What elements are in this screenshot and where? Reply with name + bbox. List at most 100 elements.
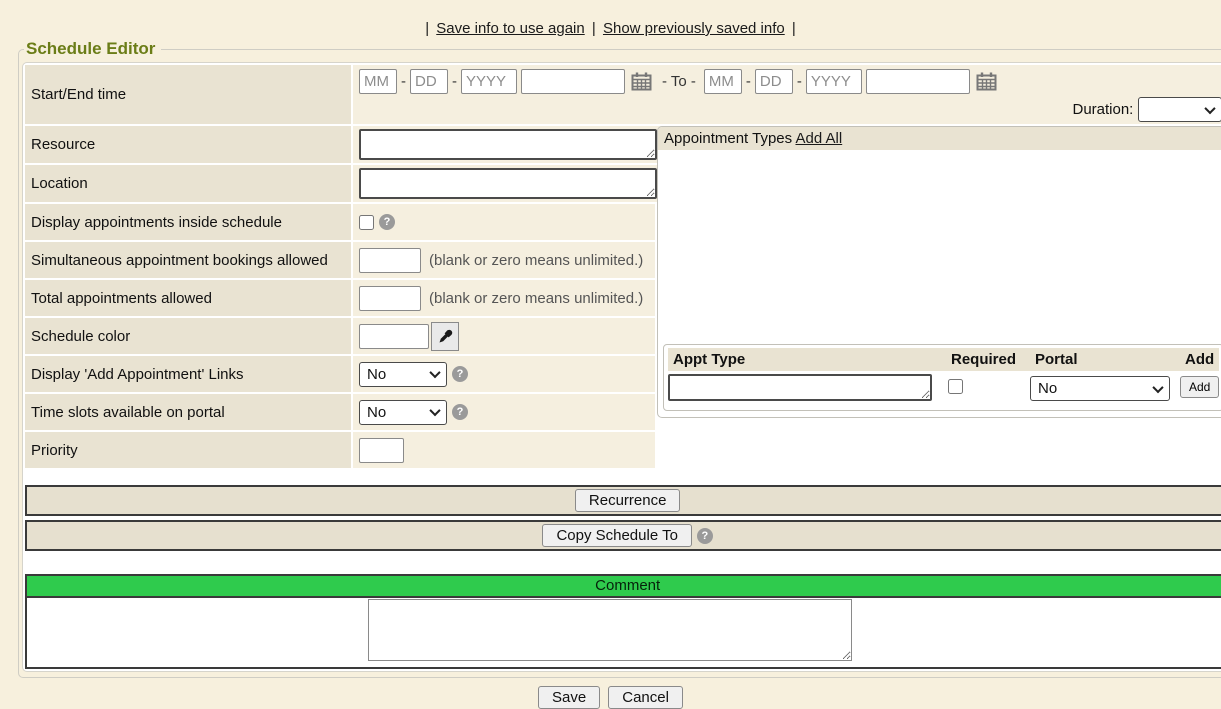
- priority-row: Priority: [25, 432, 655, 468]
- portal-time-slots-label: Time slots available on portal: [25, 394, 351, 430]
- duration-select[interactable]: [1138, 97, 1221, 122]
- appointment-types-panel: Appointment Types Add All Appt Type Requ…: [657, 126, 1221, 418]
- simultaneous-bookings-row: Simultaneous appointment bookings allowe…: [25, 242, 655, 278]
- comment-section: Comment: [25, 574, 1221, 669]
- schedule-color-input[interactable]: [359, 324, 429, 349]
- appointment-types-header: Appointment Types Add All: [658, 127, 1221, 150]
- priority-input[interactable]: [359, 438, 404, 463]
- appt-type-portal-select[interactable]: No: [1030, 376, 1170, 401]
- total-appointments-input[interactable]: [359, 286, 421, 311]
- cancel-button[interactable]: Cancel: [608, 686, 683, 709]
- comment-header: Comment: [27, 576, 1221, 598]
- eyedropper-icon: [438, 329, 453, 344]
- resource-label: Resource: [25, 126, 351, 163]
- portal-time-slots-row: Time slots available on portal No ?: [25, 394, 655, 430]
- appt-type-add-button[interactable]: Add: [1180, 376, 1219, 398]
- start-month-input[interactable]: [359, 69, 397, 94]
- end-time-input[interactable]: [866, 69, 970, 94]
- simultaneous-bookings-hint: (blank or zero means unlimited.): [429, 252, 643, 269]
- add-all-link[interactable]: Add All: [795, 130, 842, 147]
- page-title: Schedule Editor: [24, 39, 161, 59]
- chevron-down-icon: [429, 367, 440, 378]
- left-form-column: Resource Location Display appointments i…: [25, 126, 655, 470]
- appt-type-required-checkbox[interactable]: [948, 379, 963, 394]
- simultaneous-bookings-input[interactable]: [359, 248, 421, 273]
- add-appointment-links-label: Display 'Add Appointment' Links: [25, 356, 351, 392]
- pipe-separator: |: [592, 20, 596, 37]
- appt-type-input[interactable]: [668, 374, 932, 401]
- appointment-type-column-headers: Appt Type Required Portal Add: [668, 348, 1219, 371]
- duration-line: Duration:: [359, 97, 1221, 122]
- schedule-editor-fieldset: Schedule Editor Start/End time - -: [18, 39, 1221, 678]
- end-month-input[interactable]: [704, 69, 742, 94]
- start-end-row: Start/End time - -: [25, 65, 1221, 124]
- pipe-separator: |: [425, 20, 429, 37]
- to-separator: - To -: [662, 73, 696, 90]
- schedule-color-label: Schedule color: [25, 318, 351, 354]
- form-surface: Start/End time - -: [22, 62, 1221, 672]
- comment-input[interactable]: [368, 599, 852, 661]
- chevron-down-icon: [429, 405, 440, 416]
- show-previously-saved-link[interactable]: Show previously saved info: [603, 20, 785, 37]
- help-question-icon[interactable]: ?: [452, 366, 468, 382]
- appointment-type-add-box: Appt Type Required Portal Add: [663, 344, 1221, 411]
- add-appointment-links-row: Display 'Add Appointment' Links No ?: [25, 356, 655, 392]
- column-header-appt-type: Appt Type: [668, 348, 946, 371]
- start-end-inputs: - -: [353, 65, 1221, 124]
- recurrence-button[interactable]: Recurrence: [575, 489, 681, 512]
- add-appointment-links-select[interactable]: No: [359, 362, 447, 387]
- resource-input[interactable]: [359, 129, 657, 160]
- help-question-icon[interactable]: ?: [452, 404, 468, 420]
- appointment-types-title: Appointment Types: [664, 130, 792, 147]
- date-dash: -: [401, 73, 406, 90]
- appointment-types-list-empty: [658, 150, 1221, 340]
- help-question-icon[interactable]: ?: [379, 214, 395, 230]
- add-appointment-links-value: No: [367, 366, 386, 383]
- total-appointments-hint: (blank or zero means unlimited.): [429, 290, 643, 307]
- simultaneous-bookings-label: Simultaneous appointment bookings allowe…: [25, 242, 351, 278]
- display-appointments-checkbox[interactable]: [359, 215, 374, 230]
- date-dash: -: [797, 73, 802, 90]
- portal-time-slots-value: No: [367, 404, 386, 421]
- end-day-input[interactable]: [755, 69, 793, 94]
- column-header-add: Add: [1180, 348, 1219, 371]
- help-question-icon[interactable]: ?: [697, 528, 713, 544]
- start-day-input[interactable]: [410, 69, 448, 94]
- end-year-input[interactable]: [806, 69, 862, 94]
- copy-schedule-bar: Copy Schedule To ?: [25, 520, 1221, 551]
- date-line: - -: [359, 69, 1221, 94]
- start-end-label: Start/End time: [25, 65, 351, 124]
- total-appointments-label: Total appointments allowed: [25, 280, 351, 316]
- save-button[interactable]: Save: [538, 686, 600, 709]
- chevron-down-icon: [1205, 102, 1216, 113]
- resource-row: Resource: [25, 126, 655, 163]
- display-appointments-label: Display appointments inside schedule: [25, 204, 351, 240]
- date-dash: -: [452, 73, 457, 90]
- start-year-input[interactable]: [461, 69, 517, 94]
- end-calendar-icon[interactable]: [976, 72, 997, 91]
- copy-schedule-to-button[interactable]: Copy Schedule To: [542, 524, 691, 547]
- total-appointments-row: Total appointments allowed (blank or zer…: [25, 280, 655, 316]
- column-header-required: Required: [946, 348, 1030, 371]
- location-input[interactable]: [359, 168, 657, 199]
- location-row: Location: [25, 165, 655, 202]
- chevron-down-icon: [1152, 381, 1163, 392]
- start-calendar-icon[interactable]: [631, 72, 652, 91]
- appt-type-portal-value: No: [1038, 380, 1057, 397]
- date-dash: -: [746, 73, 751, 90]
- priority-label: Priority: [25, 432, 351, 468]
- duration-label: Duration:: [1072, 101, 1133, 118]
- right-column: Appointment Types Add All Appt Type Requ…: [657, 126, 1221, 418]
- display-appointments-row: Display appointments inside schedule ?: [25, 204, 655, 240]
- form-actions: Save Cancel: [0, 686, 1221, 709]
- recurrence-bar: Recurrence: [25, 485, 1221, 516]
- pipe-separator: |: [792, 20, 796, 37]
- portal-time-slots-select[interactable]: No: [359, 400, 447, 425]
- top-links-bar: | Save info to use again | Show previous…: [0, 0, 1221, 37]
- save-info-link[interactable]: Save info to use again: [436, 20, 584, 37]
- location-label: Location: [25, 165, 351, 202]
- start-time-input[interactable]: [521, 69, 625, 94]
- color-picker-button[interactable]: [431, 322, 459, 351]
- appointment-type-entry-row: No Add: [668, 374, 1219, 405]
- schedule-color-row: Schedule color: [25, 318, 655, 354]
